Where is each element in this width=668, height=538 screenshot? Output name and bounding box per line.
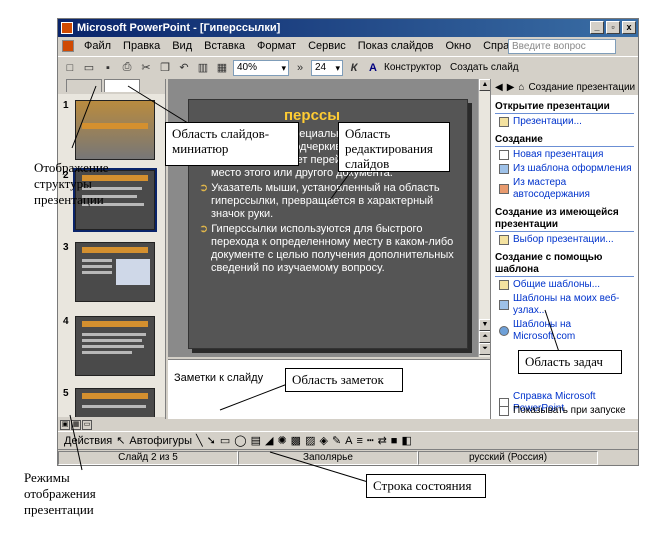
- callout-notes-area: Область заметок: [285, 368, 403, 392]
- callout-structure: Отображение структуры презентации: [34, 160, 109, 207]
- callout-task-pane: Область задач: [518, 350, 622, 374]
- callout-slides-thumbnails: Область слайдов-миниатюр: [165, 122, 299, 166]
- callout-view-modes: Режимы отображения презентации: [24, 470, 96, 517]
- callout-editing-area: Область редактирования слайдов: [338, 122, 450, 172]
- callout-status-bar: Строка состояния: [366, 474, 486, 498]
- callout-leaders: [69, 85, 561, 483]
